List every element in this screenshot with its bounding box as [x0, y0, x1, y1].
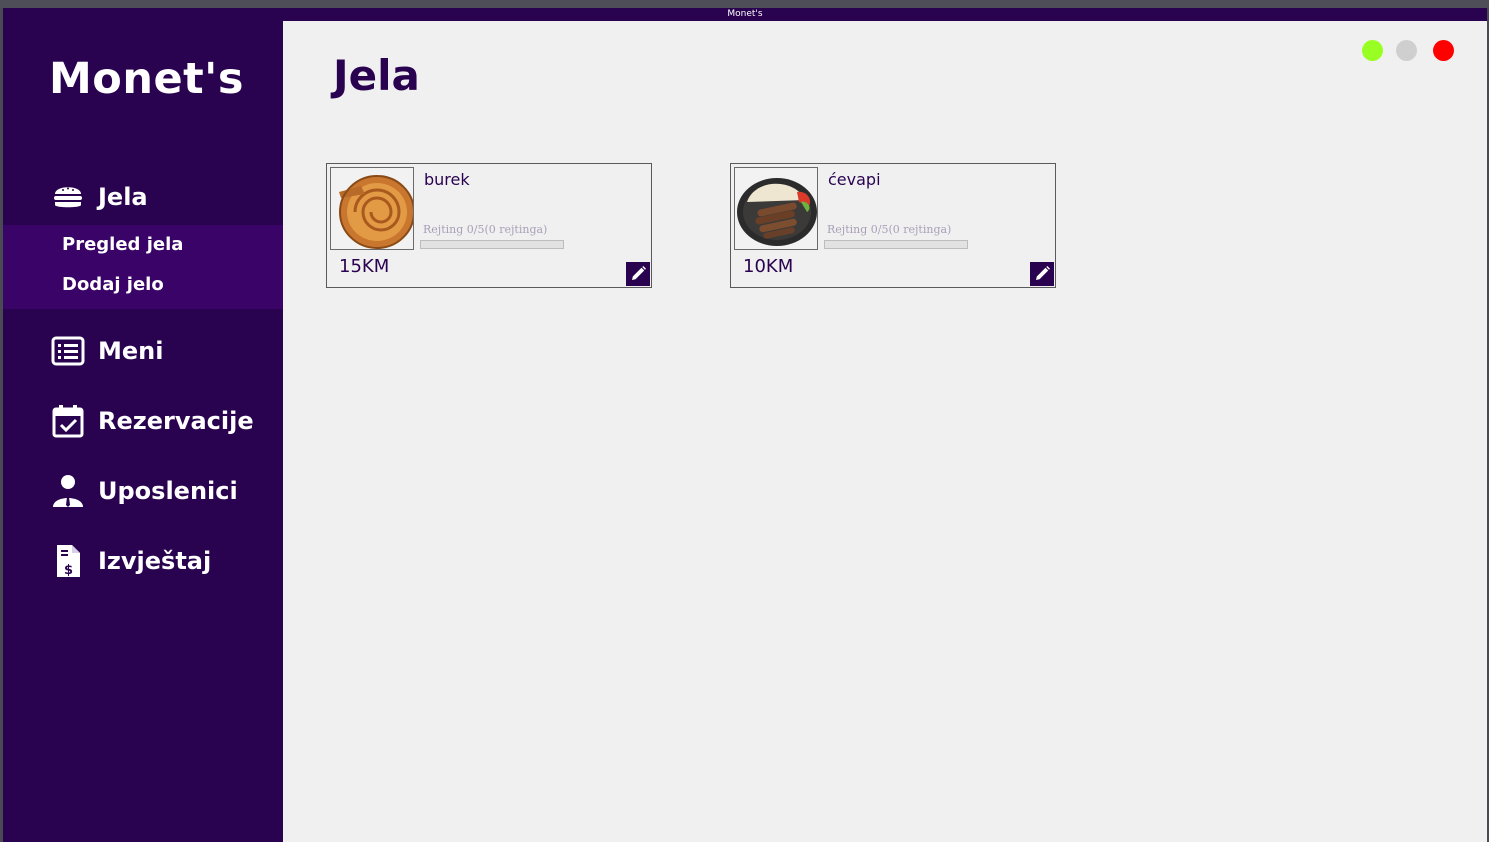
edit-button[interactable]: [1030, 262, 1054, 286]
maximize-button[interactable]: [1396, 40, 1417, 61]
app-window: Monet's Monet's Jela Pregled jela Dodaj …: [3, 8, 1487, 842]
sidebar-item-jela[interactable]: Jela: [3, 169, 283, 225]
rating-progress-bar: [824, 240, 968, 249]
dish-image: [330, 167, 414, 250]
burek-photo: [331, 168, 413, 249]
page-title: Jela: [333, 51, 420, 100]
invoice-icon: $: [57, 545, 80, 578]
edit-button[interactable]: [626, 262, 650, 286]
pencil-icon: [632, 266, 646, 280]
window-title: Monet's: [727, 9, 763, 19]
dish-price: 10KM: [743, 256, 794, 277]
cevapi-photo: [735, 168, 817, 249]
brand-title: Monet's: [49, 54, 244, 104]
sidebar-item-label: Jela: [98, 183, 148, 211]
sidebar-item-label: Meni: [98, 337, 164, 365]
burger-icon: [54, 187, 82, 208]
main-content: Jela burek Rejting 0/5(0 rejtinga) 15KM …: [283, 21, 1487, 842]
sidebar-item-meni[interactable]: Meni: [3, 323, 283, 379]
dish-image: [734, 167, 818, 250]
sidebar-item-label: Izvještaj: [98, 547, 212, 575]
dish-rating-text: Rejting 0/5(0 rejtinga): [827, 223, 952, 236]
dish-price: 15KM: [339, 256, 390, 277]
dish-name: ćevapi: [828, 170, 881, 189]
rating-progress-bar: [420, 240, 564, 249]
dish-name: burek: [424, 170, 470, 189]
dish-card[interactable]: ćevapi Rejting 0/5(0 rejtinga) 10KM: [730, 163, 1056, 288]
sidebar-item-label: Rezervacije: [98, 407, 254, 435]
sidebar-item-izvjestaj[interactable]: $ Izvještaj: [3, 533, 283, 589]
top-border: [0, 0, 1489, 8]
dish-card[interactable]: burek Rejting 0/5(0 rejtinga) 15KM: [326, 163, 652, 288]
close-button[interactable]: [1433, 40, 1454, 61]
sidebar: Monet's Jela Pregled jela Dodaj jelo Men…: [3, 21, 283, 842]
sidebar-item-rezervacije[interactable]: Rezervacije: [3, 393, 283, 449]
submenu-item-dodaj-jelo[interactable]: Dodaj jelo: [62, 274, 164, 295]
sidebar-item-label: Uposlenici: [98, 477, 238, 505]
jela-submenu: Pregled jela Dodaj jelo: [3, 225, 283, 309]
list-icon: [51, 336, 85, 366]
employee-icon: [53, 475, 83, 507]
minimize-button[interactable]: [1362, 40, 1383, 61]
svg-text:$: $: [64, 563, 73, 578]
submenu-item-pregled-jela[interactable]: Pregled jela: [62, 234, 183, 255]
calendar-check-icon: [52, 405, 84, 438]
dish-rating-text: Rejting 0/5(0 rejtinga): [423, 223, 548, 236]
pencil-icon: [1036, 266, 1050, 280]
sidebar-item-uposlenici[interactable]: Uposlenici: [3, 463, 283, 519]
